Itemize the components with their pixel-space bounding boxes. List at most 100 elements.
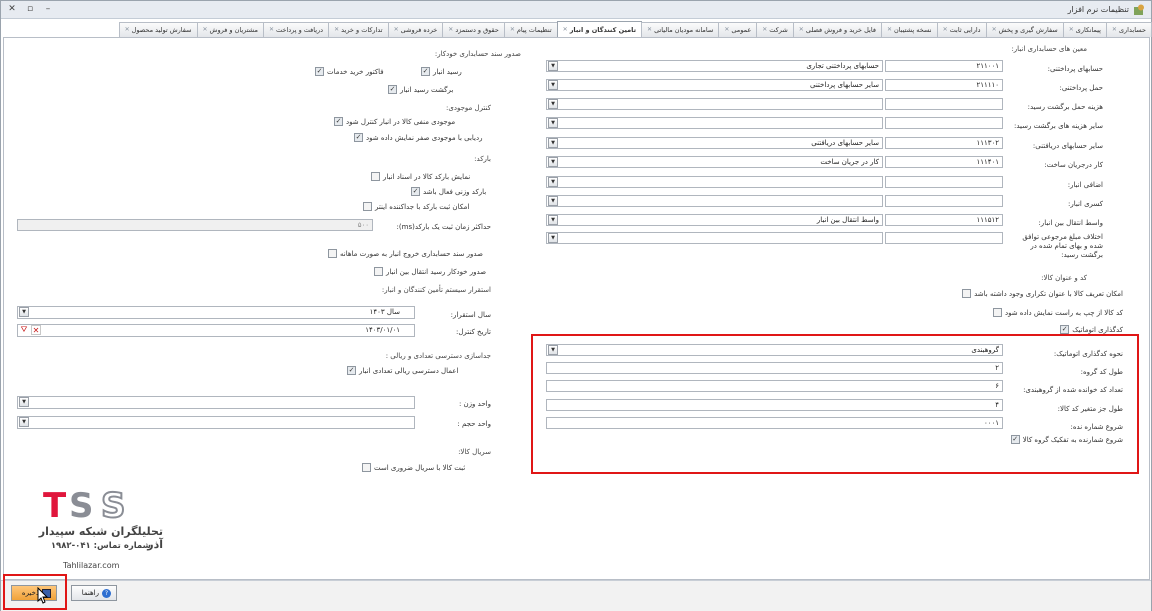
chevron-down-icon[interactable]: ▼ [548, 196, 558, 206]
tab-close-icon[interactable]: ✕ [125, 23, 130, 37]
chevron-down-icon[interactable]: ▼ [548, 61, 558, 71]
filter-clear-icon[interactable]: ⛛ [19, 325, 29, 335]
account-desc-field[interactable] [546, 195, 883, 207]
monthly-voucher-checkbox-row[interactable]: صدور سند حسابداری خروج انبار به صورت ماه… [328, 249, 483, 258]
account-desc-field[interactable] [546, 98, 883, 110]
enter-separator-checkbox-row[interactable]: امکان ثبت بارکد با جداکننده اینتر [363, 202, 469, 211]
receipt-return-checkbox-row[interactable]: ✓ برگشت رسید انبار [388, 85, 453, 94]
account-code-field[interactable]: ۱۱۱۳۰۲ [885, 137, 1003, 149]
account-code-field[interactable]: ۱۱۱۴۰۱ [885, 156, 1003, 168]
tab-receive-pay[interactable]: دریافت و پرداخت ✕ [262, 22, 330, 37]
chevron-down-icon[interactable]: ▼ [19, 307, 29, 317]
weight-barcode-checkbox-row[interactable]: ✓ بارکد وزنی فعال باشد [411, 187, 486, 196]
tab-company[interactable]: شرکت ✕ [756, 22, 794, 37]
tab-close-icon[interactable]: ✕ [510, 23, 515, 37]
checkbox[interactable] [962, 289, 972, 298]
ltr-code-checkbox-row[interactable]: کد کالا از چپ به راست نمایش داده شود [992, 308, 1123, 317]
tab-seasonal-file[interactable]: فایل خرید و فروش فصلی ✕ [792, 22, 882, 37]
tab-close-icon[interactable]: ✕ [647, 23, 652, 37]
chevron-down-icon[interactable]: ▼ [548, 233, 558, 243]
account-code-field[interactable]: ۲۱۱۱۱۰ [885, 79, 1003, 91]
group-length-field[interactable]: ۲ [546, 362, 1003, 374]
deploy-year-select[interactable]: سال ۱۴۰۳ [17, 306, 415, 319]
zero-stock-tracking-checkbox-row[interactable]: ✓ ردیابی با موجودی صفر نمایش داده شود [354, 133, 483, 142]
receipt-voucher-checkbox-row[interactable]: ✓ رسید انبار [421, 67, 462, 76]
tab-close-icon[interactable]: ✕ [334, 23, 339, 37]
auto-transfer-receipt-checkbox-row[interactable]: صدور خودکار رسید انتقال بین انبار [374, 267, 486, 276]
tab-close-icon[interactable]: ✕ [1069, 23, 1074, 37]
account-code-field[interactable] [885, 98, 1003, 110]
tab-close-icon[interactable]: ✕ [563, 23, 568, 37]
tab-backup[interactable]: نسخه پشتیبان ✕ [880, 22, 938, 37]
chevron-down-icon[interactable]: ▼ [548, 138, 558, 148]
tab-suppliers-warehouse[interactable]: تامین کنندگان و انبار ✕ [556, 21, 643, 37]
barcode-docs-checkbox-row[interactable]: نمایش بارکد کالا در اسناد انبار [371, 172, 470, 181]
checkbox-checked[interactable]: ✓ [411, 187, 420, 196]
tab-close-icon[interactable]: ✕ [1112, 23, 1117, 37]
checkbox[interactable] [374, 267, 383, 276]
help-button[interactable]: ? راهنما [71, 585, 117, 601]
tab-close-icon[interactable]: ✕ [203, 23, 208, 37]
tab-payroll[interactable]: حقوق و دستمزد ✕ [442, 22, 505, 37]
weight-unit-select[interactable] [17, 396, 415, 409]
checkbox[interactable] [992, 308, 1002, 317]
levels-read-field[interactable]: ۶ [546, 380, 1003, 392]
tab-close-icon[interactable]: ✕ [448, 23, 453, 37]
checkbox-checked[interactable]: ✓ [421, 67, 430, 76]
tab-close-icon[interactable]: ✕ [887, 23, 892, 37]
account-desc-field[interactable] [546, 232, 883, 244]
account-desc-field[interactable]: واسط انتقال بین انبار [546, 214, 883, 226]
tab-close-icon[interactable]: ✕ [992, 23, 997, 37]
chevron-down-icon[interactable]: ▼ [548, 118, 558, 128]
tab-close-icon[interactable]: ✕ [799, 23, 804, 37]
duplicate-title-checkbox-row[interactable]: امکان تعریف کالا با عنوان تکراری وجود دا… [962, 289, 1123, 298]
tab-production-order[interactable]: سفارش تولید محصول ✕ [118, 22, 198, 37]
maximize-icon[interactable]: ▫ [23, 4, 37, 15]
account-code-field[interactable] [885, 117, 1003, 129]
service-invoice-checkbox-row[interactable]: ✓ فاکتور خرید خدمات [315, 67, 384, 76]
auto-coding-checkbox-row[interactable]: ✓ کدگذاری اتوماتیک [1060, 325, 1123, 334]
counter-per-group-checkbox-row[interactable]: ✓ شروع شمارنده به تفکیک گروه کالا [1010, 435, 1123, 444]
control-date-field[interactable]: ۱۴۰۳/۰۱/۰۱ [17, 324, 415, 337]
chevron-down-icon[interactable]: ▼ [19, 417, 29, 427]
chevron-down-icon[interactable]: ▼ [548, 99, 558, 109]
checkbox[interactable] [328, 249, 337, 258]
checkbox-checked[interactable]: ✓ [1010, 435, 1020, 444]
tab-contracting[interactable]: پیمانکاری ✕ [1062, 22, 1107, 37]
chevron-down-icon[interactable]: ▼ [548, 345, 558, 355]
checkbox-checked[interactable]: ✓ [315, 67, 324, 76]
checkbox[interactable] [362, 463, 371, 472]
checkbox-checked[interactable]: ✓ [388, 85, 397, 94]
tab-order-distribution[interactable]: سفارش گیری و پخش ✕ [985, 22, 1064, 37]
account-code-field[interactable] [885, 195, 1003, 207]
chevron-down-icon[interactable]: ▼ [548, 177, 558, 187]
chevron-down-icon[interactable]: ▼ [548, 215, 558, 225]
tab-close-icon[interactable]: ✕ [762, 23, 767, 37]
checkbox-checked[interactable]: ✓ [334, 117, 343, 126]
account-code-field[interactable]: ۲۱۱۰۰۱ [885, 60, 1003, 72]
negative-stock-checkbox-row[interactable]: ✓ موجودی منفی کالا در انبار کنترل شود [334, 117, 455, 126]
account-desc-field[interactable]: کار در جریان ساخت [546, 156, 883, 168]
checkbox-checked[interactable]: ✓ [1060, 325, 1070, 334]
barcode-max-time-field[interactable]: ۵۰۰ [17, 219, 373, 231]
tab-close-icon[interactable]: ✕ [269, 23, 274, 37]
tab-tax-system[interactable]: سامانه مودیان مالیاتی ✕ [641, 22, 720, 37]
account-desc-field[interactable]: سایر حسابهای پرداختنی [546, 79, 883, 91]
tab-retail[interactable]: خرده فروشی ✕ [387, 22, 444, 37]
checkbox-checked[interactable]: ✓ [354, 133, 363, 142]
checkbox-checked[interactable]: ✓ [347, 366, 356, 375]
tab-message-settings[interactable]: تنظیمات پیام ✕ [503, 22, 558, 37]
checkbox[interactable] [363, 202, 372, 211]
tab-procurement[interactable]: تدارکات و خرید ✕ [328, 22, 389, 37]
checkbox[interactable] [371, 172, 380, 181]
account-desc-field[interactable]: حسابهای پرداختنی تجاری [546, 60, 883, 72]
counter-start-field[interactable]: ۰۰۰۱ [546, 417, 1003, 429]
account-desc-field[interactable] [546, 176, 883, 188]
tab-fixed-assets[interactable]: دارایی ثابت ✕ [936, 22, 987, 37]
account-desc-field[interactable]: سایر حسابهای دریافتنی [546, 137, 883, 149]
tab-close-icon[interactable]: ✕ [394, 23, 399, 37]
serial-required-checkbox-row[interactable]: ثبت کالا با سریال ضروری است [362, 463, 465, 472]
close-icon[interactable]: ✕ [5, 4, 19, 15]
tab-accounting[interactable]: حسابداری ✕ [1105, 22, 1152, 37]
minimize-icon[interactable]: – [41, 4, 55, 15]
